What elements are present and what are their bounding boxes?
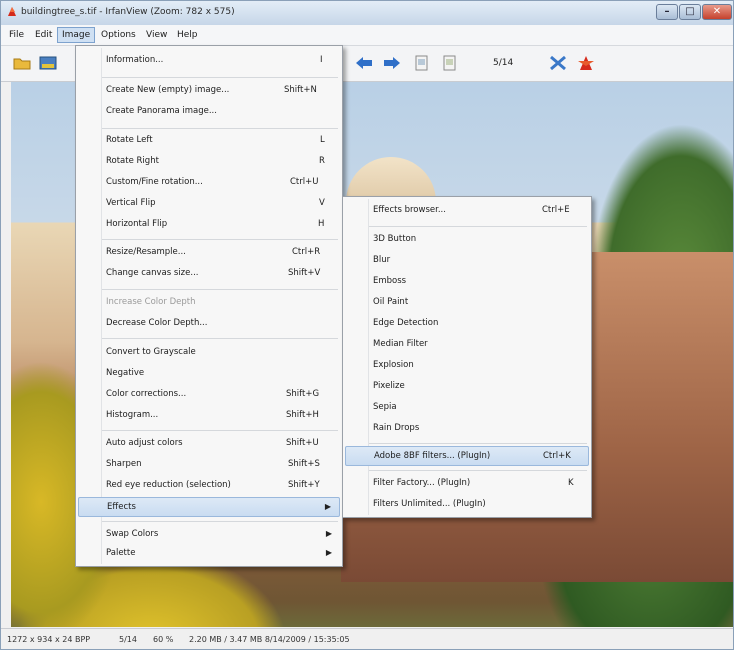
menu-item-negative[interactable]: Negative (78, 364, 340, 384)
menu-item-filters-unlimited[interactable]: Filters Unlimited... (PlugIn) (345, 495, 589, 515)
menu-item-adobe-8bf[interactable]: Adobe 8BF filters... (PlugIn) Ctrl+K (345, 446, 589, 466)
menu-item-vertical-flip[interactable]: Vertical Flip V (78, 194, 340, 214)
menu-item-histogram[interactable]: Histogram... Shift+H (78, 406, 340, 426)
irfanview-logo-icon[interactable] (577, 55, 595, 71)
menu-item-effects-browser[interactable]: Effects browser... Ctrl+E (345, 201, 589, 221)
menu-edit[interactable]: Edit (31, 28, 56, 42)
menu-item-swap-colors[interactable]: Swap Colors ▶ (78, 525, 340, 545)
submenu-arrow-icon: ▶ (325, 529, 332, 538)
status-dimensions: 1272 x 934 x 24 BPP (7, 635, 91, 644)
menu-item-rotate-left[interactable]: Rotate Left L (78, 131, 340, 151)
menu-item-create-new[interactable]: Create New (empty) image... Shift+N (78, 81, 340, 101)
menu-item-rain-drops[interactable]: Rain Drops (345, 419, 589, 439)
menu-item-auto-adjust[interactable]: Auto adjust colors Shift+U (78, 434, 340, 454)
maximize-button[interactable]: □ (679, 4, 701, 20)
menu-item-filter-factory[interactable]: Filter Factory... (PlugIn) K (345, 474, 589, 494)
status-bar: 1272 x 934 x 24 BPP 5/14 60 % 2.20 MB / … (1, 628, 733, 649)
status-zoom: 60 % (153, 635, 174, 644)
menu-item-blur[interactable]: Blur (345, 251, 589, 271)
menu-item-sharpen[interactable]: Sharpen Shift+S (78, 455, 340, 475)
menu-item-custom-rotation[interactable]: Custom/Fine rotation... Ctrl+U (78, 173, 340, 193)
menu-view[interactable]: View (142, 28, 171, 42)
menu-item-explosion[interactable]: Explosion (345, 356, 589, 376)
menu-image[interactable]: Image (57, 27, 96, 43)
open-folder-icon[interactable] (13, 55, 31, 71)
menu-file[interactable]: File (5, 28, 28, 42)
menu-item-effects[interactable]: Effects ▶ (78, 497, 340, 517)
menu-options[interactable]: Options (97, 28, 140, 42)
irfanview-window: buildingtree_s.tif - IrfanView (Zoom: 78… (0, 0, 734, 650)
menu-item-rotate-right[interactable]: Rotate Right R (78, 152, 340, 172)
menu-item-information[interactable]: Information... I (78, 51, 340, 71)
menu-item-emboss[interactable]: Emboss (345, 272, 589, 292)
menu-item-pixelize[interactable]: Pixelize (345, 377, 589, 397)
status-file-info: 2.20 MB / 3.47 MB 8/14/2009 / 15:35:05 (189, 635, 350, 644)
image-menu: Information... I Create New (empty) image… (75, 45, 343, 567)
thumbnails-icon[interactable] (39, 55, 57, 71)
menu-item-horizontal-flip[interactable]: Horizontal Flip H (78, 215, 340, 235)
menu-item-create-panorama[interactable]: Create Panorama image... (78, 102, 340, 122)
copy-icon[interactable] (413, 55, 431, 71)
menu-item-decrease-depth[interactable]: Decrease Color Depth... (78, 314, 340, 334)
window-title: buildingtree_s.tif - IrfanView (Zoom: 78… (21, 7, 235, 17)
menu-item-palette[interactable]: Palette ▶ (78, 544, 340, 564)
page-counter: 5/14 (493, 58, 514, 68)
menu-item-oil-paint[interactable]: Oil Paint (345, 293, 589, 313)
menu-item-median-filter[interactable]: Median Filter (345, 335, 589, 355)
tools-icon[interactable] (549, 55, 567, 71)
status-page: 5/14 (119, 635, 137, 644)
paste-icon[interactable] (441, 55, 459, 71)
minimize-button[interactable]: – (656, 4, 678, 20)
menu-item-canvas-size[interactable]: Change canvas size... Shift+V (78, 264, 340, 284)
menu-item-edge-detection[interactable]: Edge Detection (345, 314, 589, 334)
close-button[interactable]: ✕ (702, 4, 732, 20)
title-bar: buildingtree_s.tif - IrfanView (Zoom: 78… (1, 1, 733, 26)
irfanview-app-icon (8, 7, 16, 16)
menu-item-red-eye[interactable]: Red eye reduction (selection) Shift+Y (78, 476, 340, 496)
menu-item-resize[interactable]: Resize/Resample... Ctrl+R (78, 243, 340, 263)
menu-item-sepia[interactable]: Sepia (345, 398, 589, 418)
submenu-arrow-icon: ▶ (325, 548, 332, 557)
menu-item-3d-button[interactable]: 3D Button (345, 230, 589, 250)
menu-item-grayscale[interactable]: Convert to Grayscale (78, 343, 340, 363)
submenu-arrow-icon: ▶ (324, 502, 331, 511)
menu-item-color-corrections[interactable]: Color corrections... Shift+G (78, 385, 340, 405)
back-arrow-icon[interactable] (355, 55, 373, 71)
menu-bar: File Edit Image Options View Help (1, 25, 733, 46)
menu-item-increase-depth: Increase Color Depth (106, 297, 196, 307)
menu-help[interactable]: Help (173, 28, 202, 42)
forward-arrow-icon[interactable] (383, 55, 401, 71)
effects-submenu: Effects browser... Ctrl+E 3D Button Blur … (342, 196, 592, 518)
